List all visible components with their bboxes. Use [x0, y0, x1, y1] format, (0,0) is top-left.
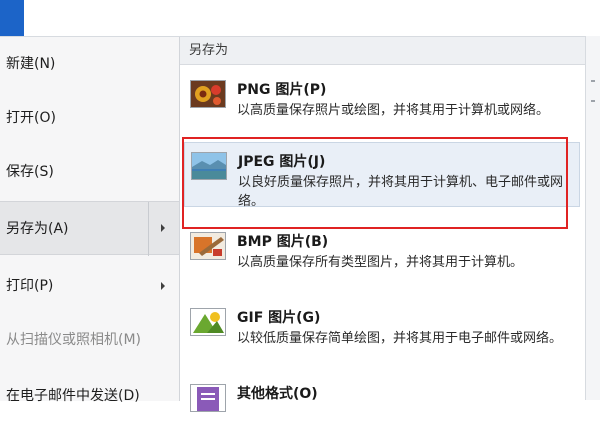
- save-as-other-formats[interactable]: 其他格式(O): [184, 375, 580, 440]
- submenu-arrow-icon[interactable]: [161, 224, 165, 232]
- gif-title: GIF 图片(G): [237, 310, 321, 326]
- title-bar: [0, 0, 600, 36]
- menu-item-print-label: 打印(P): [6, 278, 54, 294]
- jpeg-title: JPEG 图片(J): [238, 154, 326, 170]
- other-formats-title: 其他格式(O): [237, 386, 318, 402]
- app-menu-button[interactable]: [0, 0, 24, 36]
- save-as-gif[interactable]: GIF 图片(G) 以较低质量保存简单绘图，并将其用于电子邮件或网络。: [184, 299, 580, 364]
- png-description: 以高质量保存照片或绘图，并将其用于计算机或网络。: [237, 103, 550, 118]
- menu-item-save-as[interactable]: 另存为(A): [0, 201, 179, 256]
- menu-item-from-scanner[interactable]: 从扫描仪或照相机(M): [0, 313, 179, 367]
- menu-item-send-email[interactable]: 在电子邮件中发送(D): [0, 369, 179, 423]
- menu-item-save-label: 保存(S): [6, 164, 54, 180]
- png-title: PNG 图片(P): [237, 82, 327, 98]
- menu-item-send-email-label: 在电子邮件中发送(D): [6, 388, 140, 404]
- save-as-bmp[interactable]: BMP 图片(B) 以高质量保存所有类型图片，并将其用于计算机。: [184, 223, 580, 288]
- other-formats-icon: [190, 384, 226, 412]
- menu-item-open-label: 打开(O): [6, 110, 56, 126]
- bmp-title: BMP 图片(B): [237, 234, 329, 250]
- bmp-description: 以高质量保存所有类型图片，并将其用于计算机。: [237, 255, 524, 270]
- bmp-image-icon: [190, 232, 226, 260]
- menu-item-from-scanner-label: 从扫描仪或照相机(M): [6, 332, 142, 348]
- background-ribbon-edge: [586, 36, 600, 400]
- jpeg-description: 以良好质量保存照片，并将其用于计算机、电子邮件或网络。: [238, 175, 564, 209]
- split-separator: [148, 202, 149, 256]
- menu-item-save-as-label: 另存为(A): [6, 221, 69, 237]
- menu-item-open[interactable]: 打开(O): [0, 91, 179, 145]
- gif-image-icon: [190, 308, 226, 336]
- menu-item-new[interactable]: 新建(N): [0, 37, 179, 91]
- save-as-header: 另存为: [180, 37, 585, 65]
- menu-item-new-label: 新建(N): [6, 56, 56, 72]
- gif-description: 以较低质量保存简单绘图，并将其用于电子邮件或网络。: [237, 331, 563, 346]
- file-menu: 新建(N) 打开(O) 保存(S) 另存为(A) 打印(P) 从扫描仪或照相机(…: [0, 36, 586, 412]
- save-as-submenu: 另存为 PNG 图片(P) 以高质量保存照片或绘图，并将其用于计算机或网络。 J…: [180, 37, 585, 412]
- save-as-jpeg[interactable]: JPEG 图片(J) 以良好质量保存照片，并将其用于计算机、电子邮件或网络。: [184, 142, 580, 209]
- file-menu-commands: 新建(N) 打开(O) 保存(S) 另存为(A) 打印(P) 从扫描仪或照相机(…: [0, 37, 180, 404]
- submenu-arrow-icon: [161, 282, 165, 290]
- save-as-png[interactable]: PNG 图片(P) 以高质量保存照片或绘图，并将其用于计算机或网络。: [184, 71, 580, 136]
- menu-item-save[interactable]: 保存(S): [0, 145, 179, 199]
- menu-item-print[interactable]: 打印(P): [0, 259, 179, 313]
- png-image-icon: [190, 80, 226, 108]
- jpeg-image-icon: [191, 152, 227, 180]
